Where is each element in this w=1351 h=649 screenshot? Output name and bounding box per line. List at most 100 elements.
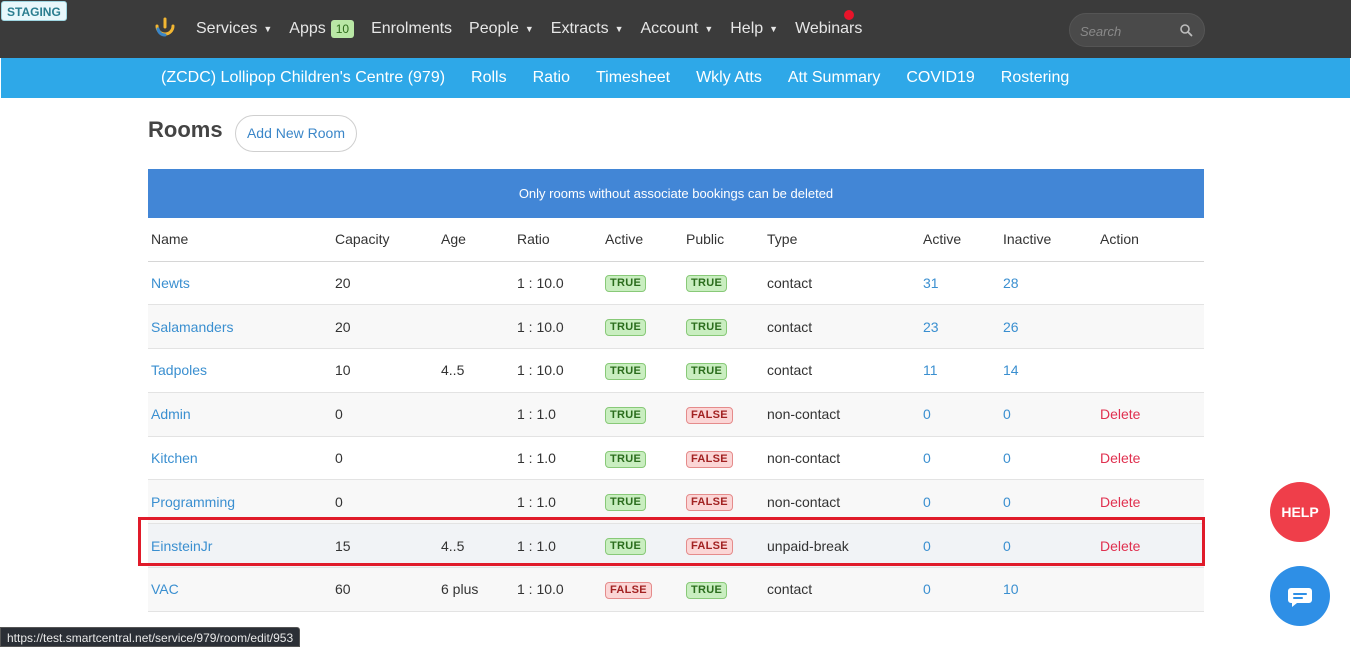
app-logo-icon[interactable] xyxy=(153,16,177,40)
active-count-link[interactable]: 23 xyxy=(923,319,939,335)
nav-enrolments[interactable]: Enrolments xyxy=(371,20,452,38)
nav-people-label: People xyxy=(469,20,519,37)
room-name-link[interactable]: Newts xyxy=(151,275,190,291)
notification-dot xyxy=(844,10,854,20)
room-age: 6 plus xyxy=(441,581,479,598)
active-count-link[interactable]: 31 xyxy=(923,275,939,291)
room-ratio: 1 : 10.0 xyxy=(517,318,564,335)
room-capacity: 0 xyxy=(335,450,343,467)
room-name-link[interactable]: Admin xyxy=(151,406,191,422)
active-status-badge: TRUE xyxy=(605,450,647,468)
inactive-count-link[interactable]: 0 xyxy=(1003,494,1011,510)
staging-badge: STAGING xyxy=(1,1,67,21)
header-age: Age xyxy=(438,218,514,262)
caret-down-icon: ▼ xyxy=(614,24,624,34)
delete-room-link[interactable]: Delete xyxy=(1100,450,1140,466)
search-input[interactable] xyxy=(1080,22,1175,40)
public-status-badge: TRUE xyxy=(686,275,728,293)
nav-webinars[interactable]: Webinars xyxy=(795,20,862,38)
room-name-link[interactable]: VAC xyxy=(151,581,179,597)
public-status-badge: FALSE xyxy=(686,494,733,512)
subnav-centre[interactable]: (ZCDC) Lollipop Children's Centre (979) xyxy=(161,69,445,87)
inactive-count-link[interactable]: 10 xyxy=(1003,581,1019,597)
table-row: VAC 60 6 plus 1 : 10.0 FALSE TRUE contact 0 10 xyxy=(148,567,1204,612)
subnav-timesheet[interactable]: Timesheet xyxy=(596,69,670,87)
caret-down-icon: ▼ xyxy=(704,24,714,34)
add-new-room-button[interactable]: Add New Room xyxy=(235,115,357,152)
search-icon[interactable] xyxy=(1179,23,1193,37)
nav-services[interactable]: Services ▼ xyxy=(196,20,272,38)
room-name-link[interactable]: Salamanders xyxy=(151,319,234,335)
top-navbar: Services ▼ Apps 10 Enrolments People ▼ Extr… xyxy=(0,0,1351,58)
nav-extracts-label: Extracts xyxy=(550,20,609,37)
caret-down-icon: ▼ xyxy=(263,24,273,34)
room-ratio: 1 : 10.0 xyxy=(517,362,564,379)
table-row: Kitchen 0 1 : 1.0 TRUE FALSE non-contact 0 0 Del… xyxy=(148,436,1204,481)
public-status-badge: FALSE xyxy=(686,406,733,424)
room-capacity: 60 xyxy=(335,581,351,598)
header-public: Public xyxy=(683,218,764,262)
room-capacity: 10 xyxy=(335,362,351,379)
subnav-ratio[interactable]: Ratio xyxy=(533,69,570,87)
inactive-count-link[interactable]: 26 xyxy=(1003,319,1019,335)
delete-room-link[interactable]: Delete xyxy=(1100,494,1140,510)
room-capacity: 20 xyxy=(335,274,351,291)
subnav-rolls[interactable]: Rolls xyxy=(471,69,507,87)
subnav-att-summary[interactable]: Att Summary xyxy=(788,69,880,87)
room-name-link[interactable]: EinsteinJr xyxy=(151,538,212,554)
inactive-count-link[interactable]: 0 xyxy=(1003,406,1011,422)
subnav-wkly-atts[interactable]: Wkly Atts xyxy=(696,69,762,87)
delete-room-link[interactable]: Delete xyxy=(1100,538,1140,554)
room-name-link[interactable]: Tadpoles xyxy=(151,362,207,378)
public-status-badge: TRUE xyxy=(686,319,728,337)
active-count-link[interactable]: 0 xyxy=(923,581,931,597)
room-type: contact xyxy=(767,318,813,335)
inactive-count-link[interactable]: 28 xyxy=(1003,275,1019,291)
room-capacity: 15 xyxy=(335,537,351,554)
header-active-count: Active xyxy=(920,218,1000,262)
public-status-badge: FALSE xyxy=(686,538,733,556)
subnav-rostering[interactable]: Rostering xyxy=(1001,69,1069,87)
active-status-badge: FALSE xyxy=(605,581,652,599)
active-status-badge: TRUE xyxy=(605,494,647,512)
header-active: Active xyxy=(602,218,683,262)
room-name-link[interactable]: Kitchen xyxy=(151,450,198,466)
nav-apps-label: Apps xyxy=(289,20,326,37)
room-type: non-contact xyxy=(767,406,841,423)
nav-help[interactable]: Help ▼ xyxy=(730,20,778,38)
nav-extracts[interactable]: Extracts ▼ xyxy=(551,20,624,38)
status-bar-url: https://test.smartcentral.net/service/97… xyxy=(0,627,301,647)
active-count-link[interactable]: 0 xyxy=(923,538,931,554)
header-type: Type xyxy=(764,218,920,262)
room-ratio: 1 : 1.0 xyxy=(517,450,556,467)
active-count-link[interactable]: 0 xyxy=(923,450,931,466)
room-capacity: 0 xyxy=(335,493,343,510)
public-status-badge: TRUE xyxy=(686,362,728,380)
page-title: Rooms xyxy=(148,117,223,142)
active-count-link[interactable]: 11 xyxy=(923,362,938,378)
active-status-badge: TRUE xyxy=(605,406,647,424)
nav-account[interactable]: Account ▼ xyxy=(641,20,714,38)
help-button[interactable]: HELP xyxy=(1270,482,1330,542)
room-name-link[interactable]: Programming xyxy=(151,494,235,510)
nav-webinars-label: Webinars xyxy=(795,20,863,37)
subnav-covid19[interactable]: COVID19 xyxy=(906,69,974,87)
nav-apps[interactable]: Apps 10 xyxy=(289,20,355,38)
room-ratio: 1 : 1.0 xyxy=(517,493,556,510)
caret-down-icon: ▼ xyxy=(524,24,534,34)
inactive-count-link[interactable]: 0 xyxy=(1003,450,1011,466)
table-row: Admin 0 1 : 1.0 TRUE FALSE non-contact 0 0 Delet… xyxy=(148,392,1204,437)
delete-room-link[interactable]: Delete xyxy=(1100,406,1140,422)
header-capacity: Capacity xyxy=(332,218,438,262)
room-age: 4..5 xyxy=(441,362,465,379)
room-type: contact xyxy=(767,362,813,379)
inactive-count-link[interactable]: 0 xyxy=(1003,538,1011,554)
active-count-link[interactable]: 0 xyxy=(923,406,931,422)
active-count-link[interactable]: 0 xyxy=(923,494,931,510)
inactive-count-link[interactable]: 14 xyxy=(1003,362,1019,378)
table-row: Newts 20 1 : 10.0 TRUE TRUE contact 31 28 xyxy=(148,261,1204,306)
room-type: contact xyxy=(767,274,813,291)
delete-notice-banner: Only rooms without associate bookings ca… xyxy=(148,169,1204,218)
chat-button[interactable] xyxy=(1270,566,1330,626)
nav-people[interactable]: People ▼ xyxy=(469,20,534,38)
